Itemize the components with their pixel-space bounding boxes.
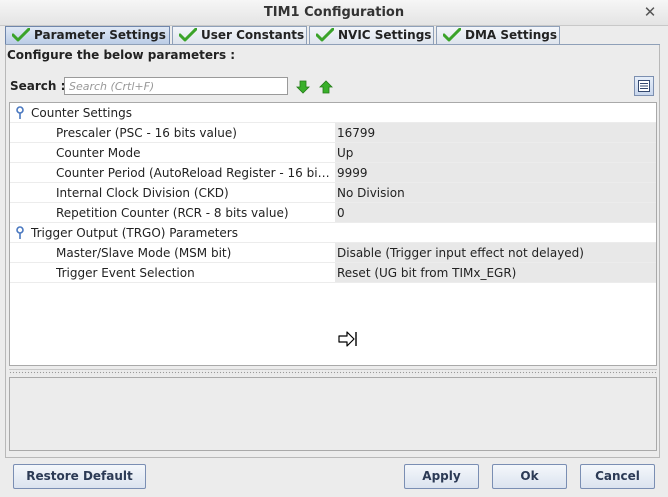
param-value[interactable]: Disable (Trigger input effect not delaye… xyxy=(334,243,656,262)
arrow-down-icon[interactable] xyxy=(296,80,310,94)
check-icon xyxy=(12,28,30,42)
param-row-counter-period[interactable]: Counter Period (AutoReload Register - 16… xyxy=(10,163,656,183)
param-name: Repetition Counter (RCR - 8 bits value) xyxy=(56,206,289,220)
close-icon[interactable]: ✕ xyxy=(642,3,658,21)
arrow-up-icon[interactable] xyxy=(319,80,333,94)
param-value[interactable]: Reset (UG bit from TIMx_EGR) xyxy=(334,263,656,282)
param-value[interactable]: 9999 xyxy=(334,163,656,182)
cancel-button[interactable]: Cancel xyxy=(580,464,655,489)
pin-icon xyxy=(15,106,25,120)
tab-dma-settings[interactable]: DMA Settings xyxy=(436,26,560,45)
group-label: Counter Settings xyxy=(31,106,132,120)
tab-label: Parameter Settings xyxy=(34,28,166,42)
tab-label: DMA Settings xyxy=(465,28,558,42)
param-row-master-slave-mode[interactable]: Master/Slave Mode (MSM bit) Disable (Tri… xyxy=(10,243,656,263)
apply-button[interactable]: Apply xyxy=(404,464,479,489)
group-row-counter-settings[interactable]: Counter Settings xyxy=(10,103,656,123)
bottom-separator xyxy=(5,457,660,458)
parameter-table: Counter Settings Prescaler (PSC - 16 bit… xyxy=(9,102,657,366)
tab-user-constants[interactable]: User Constants xyxy=(172,26,307,45)
check-icon xyxy=(316,28,334,42)
tab-label: User Constants xyxy=(201,28,305,42)
param-name: Prescaler (PSC - 16 bits value) xyxy=(56,126,237,140)
tab-nvic-settings[interactable]: NVIC Settings xyxy=(309,26,434,45)
param-name: Counter Mode xyxy=(56,146,141,160)
param-row-repetition-counter[interactable]: Repetition Counter (RCR - 8 bits value) … xyxy=(10,203,656,223)
param-name: Counter Period (AutoReload Register - 16… xyxy=(56,166,331,180)
param-name: Internal Clock Division (CKD) xyxy=(56,186,229,200)
restore-default-button[interactable]: Restore Default xyxy=(13,464,146,489)
param-row-clock-division[interactable]: Internal Clock Division (CKD) No Divisio… xyxy=(10,183,656,203)
search-input[interactable] xyxy=(64,77,288,95)
param-row-prescaler[interactable]: Prescaler (PSC - 16 bits value) 16799 xyxy=(10,123,656,143)
pin-icon xyxy=(15,226,25,240)
param-value[interactable]: Up xyxy=(334,143,656,162)
param-row-trigger-event-selection[interactable]: Trigger Event Selection Reset (UG bit fr… xyxy=(10,263,656,283)
search-label: Search : xyxy=(10,79,66,93)
param-value[interactable]: No Division xyxy=(334,183,656,202)
parameter-settings-panel: Configure the below parameters : Search … xyxy=(5,45,660,457)
title-bar: TIM1 Configuration ✕ xyxy=(0,0,668,26)
ok-button[interactable]: Ok xyxy=(492,464,567,489)
configure-label: Configure the below parameters : xyxy=(7,48,236,62)
window-title: TIM1 Configuration xyxy=(263,5,405,20)
check-icon xyxy=(179,28,197,42)
param-name: Trigger Event Selection xyxy=(56,266,195,280)
panel-splitter[interactable] xyxy=(9,369,657,375)
group-label: Trigger Output (TRGO) Parameters xyxy=(31,226,238,240)
check-icon xyxy=(443,28,461,42)
param-name: Master/Slave Mode (MSM bit) xyxy=(56,246,232,260)
list-view-icon[interactable] xyxy=(634,76,654,96)
description-panel xyxy=(9,377,657,451)
param-row-counter-mode[interactable]: Counter Mode Up xyxy=(10,143,656,163)
param-value[interactable]: 16799 xyxy=(334,123,656,142)
tab-parameter-settings[interactable]: Parameter Settings xyxy=(5,26,170,45)
tab-label: NVIC Settings xyxy=(338,28,432,42)
pointer-cursor-icon xyxy=(338,331,358,347)
param-value[interactable]: 0 xyxy=(334,203,656,222)
group-row-trigger-output[interactable]: Trigger Output (TRGO) Parameters xyxy=(10,223,656,243)
